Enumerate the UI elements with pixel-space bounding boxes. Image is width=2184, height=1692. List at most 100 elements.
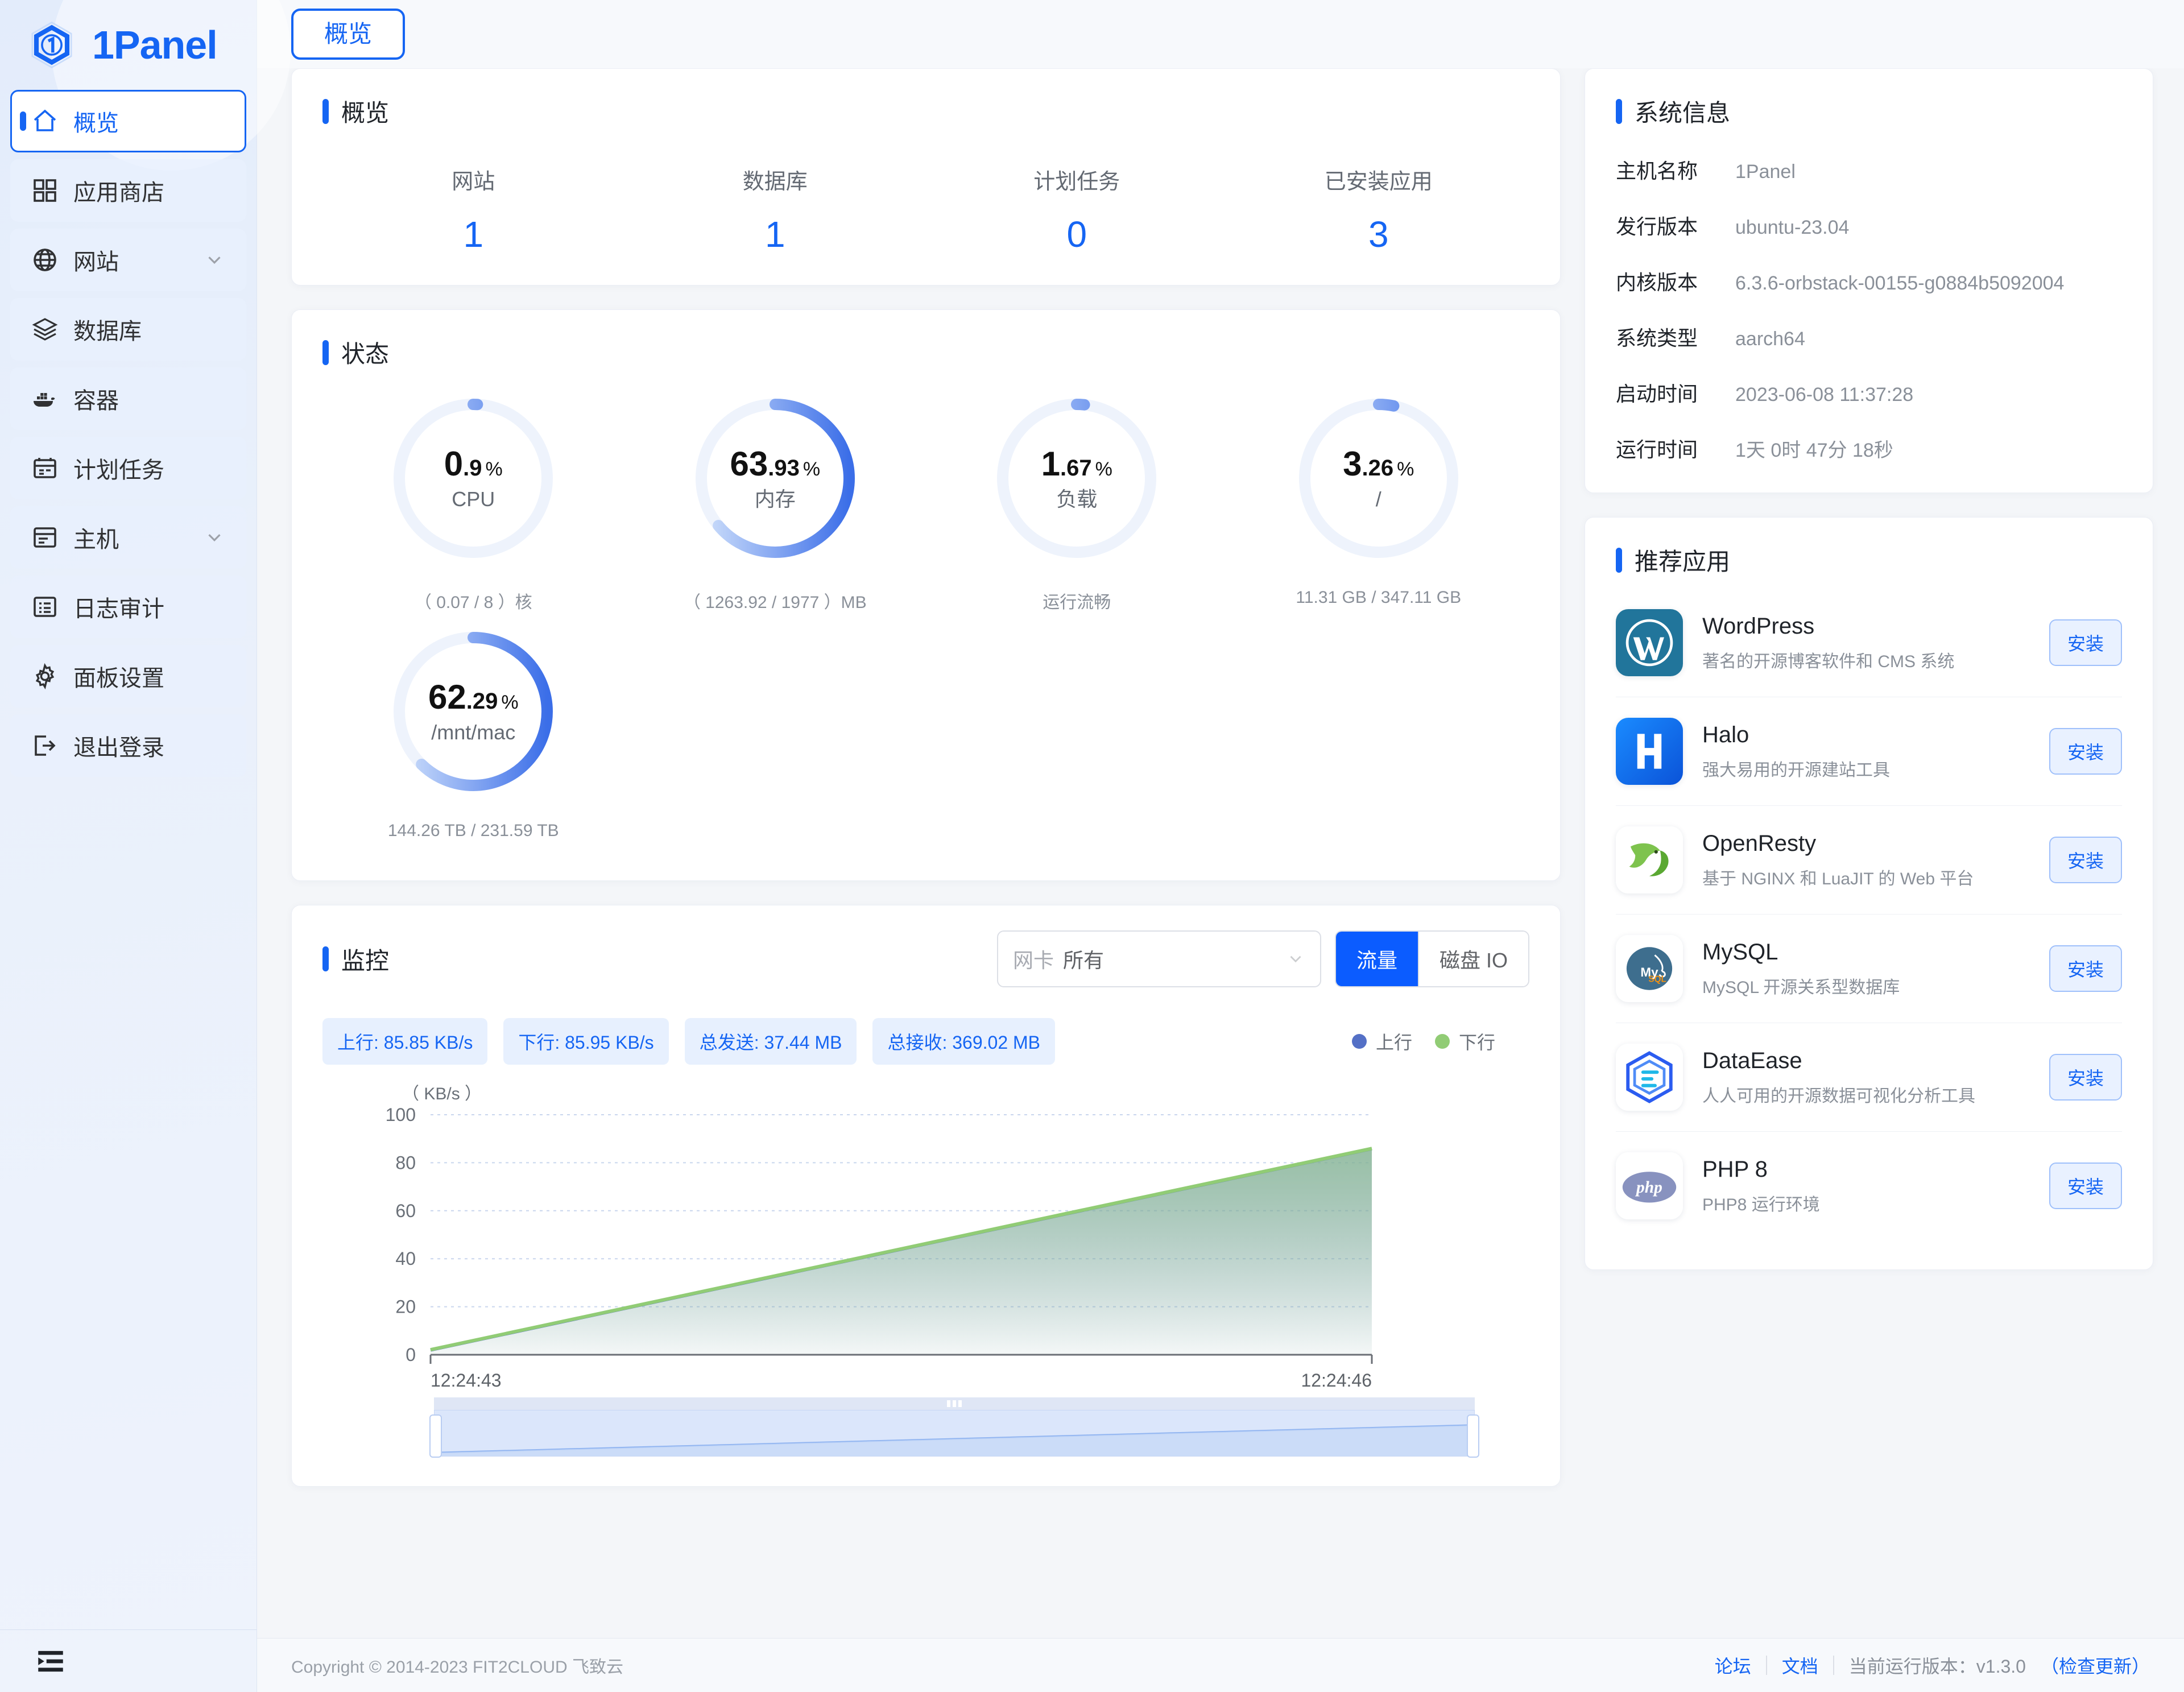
sidebar-item-app-store[interactable]: 应用商店	[10, 159, 246, 222]
hexagon-one-logo-icon	[26, 19, 77, 71]
logout-icon	[31, 732, 59, 759]
monitor-controls: 网卡 所有 流量 磁盘 IO	[996, 930, 1529, 987]
info-key: 主机名称	[1616, 159, 1698, 183]
chevron-down-icon[interactable]	[204, 527, 225, 548]
gauge-name: 负载	[1056, 487, 1098, 511]
gauge-mnt-mac: 62.29% /mnt/mac 144.26 TB / 231.59 TB	[322, 623, 624, 851]
sidebar-item-cron[interactable]: 计划任务	[10, 437, 246, 499]
system-info-row: 系统类型 aarch64	[1616, 322, 2122, 351]
info-value: 1Panel	[1735, 161, 1796, 183]
app-meta: Halo 强大易用的开源建站工具	[1702, 722, 2030, 781]
metric-value: 1	[764, 214, 785, 255]
gauge-subtext: 144.26 TB / 231.59 TB	[387, 821, 559, 840]
monitor-title: 监控	[341, 947, 390, 974]
traffic-chart[interactable]: （ KB/s ） 0 20 40 60 80 100 12:24:43 12:24:46	[322, 1079, 1529, 1458]
install-button[interactable]: 安装	[2049, 728, 2122, 775]
gauge-value: 63.93%	[730, 445, 821, 483]
overview-card-title: 概览	[322, 94, 1529, 129]
legend-item-download[interactable]: 下行	[1434, 1028, 1495, 1054]
app-item: Halo 强大易用的开源建站工具 安装	[1616, 697, 2122, 806]
info-value: ubuntu-23.04	[1735, 217, 1850, 238]
nic-select[interactable]: 网卡 所有	[996, 930, 1321, 987]
gauge-name: /	[1375, 487, 1381, 511]
sidebar-item-website[interactable]: 网站	[10, 229, 246, 291]
main-area: 概览 概览 网站 1 数据库 1 计划任务 0 已安装应用 3 状态 0.9 %…	[257, 0, 2184, 1692]
metric-label: 网站	[452, 170, 495, 194]
metric-websites[interactable]: 网站 1	[322, 164, 624, 255]
check-update-link[interactable]: （检查更新）	[2041, 1652, 2150, 1678]
recommend-title: 推荐应用	[1635, 548, 1731, 575]
app-item: php PHP 8 PHP8 运行环境 安装	[1616, 1132, 2122, 1240]
sidebar-item-settings[interactable]: 面板设置	[10, 645, 246, 708]
pill-total-sent: 总发送: 37.44 MB	[684, 1018, 857, 1065]
sidebar-item-database[interactable]: 数据库	[10, 298, 246, 361]
topbar: 概览	[257, 0, 2184, 68]
sidebar-item-logs[interactable]: 日志审计	[10, 576, 246, 638]
install-button[interactable]: 安装	[2049, 619, 2122, 666]
install-button[interactable]: 安装	[2049, 945, 2122, 992]
sidebar-item-label: 退出登录	[73, 735, 164, 760]
app-item: OpenResty 基于 NGINX 和 LuaJIT 的 Web 平台 安装	[1616, 806, 2122, 915]
forum-link[interactable]: 论坛	[1715, 1652, 1751, 1678]
app-meta: DataEase 人人可用的开源数据可视化分析工具	[1702, 1048, 2030, 1107]
tab-disk-io[interactable]: 磁盘 IO	[1418, 932, 1528, 986]
sidebar-item-overview[interactable]: 概览	[10, 90, 246, 152]
info-key: 发行版本	[1616, 215, 1698, 238]
legend-item-upload[interactable]: 上行	[1351, 1028, 1412, 1054]
footer: Copyright © 2014-2023 FIT2CLOUD 飞致云 论坛 文…	[257, 1638, 2184, 1692]
content-area: 概览 网站 1 数据库 1 计划任务 0 已安装应用 3 状态 0.9 % CP…	[257, 68, 2184, 1638]
status-title: 状态	[341, 341, 390, 367]
app-name: Halo	[1702, 722, 1749, 747]
recommend-apps-card: 推荐应用 WordPress 著名的开源博客软件和 CMS 系统 安装 Halo 强大易…	[1585, 517, 2153, 1270]
grid-apps-icon	[31, 177, 59, 204]
legend-label: 下行	[1458, 1032, 1495, 1053]
gauge-name: CPU	[452, 487, 495, 511]
tab-overview[interactable]: 概览	[291, 9, 406, 60]
home-icon	[31, 107, 59, 135]
install-button[interactable]: 安装	[2049, 1163, 2122, 1209]
app-meta: OpenResty 基于 NGINX 和 LuaJIT 的 Web 平台	[1702, 831, 2030, 890]
app-name: DataEase	[1702, 1048, 1802, 1073]
footer-links: 论坛 文档 当前运行版本：v1.3.0 （检查更新）	[1715, 1652, 2150, 1678]
pill-upload-speed: 上行: 85.85 KB/s	[322, 1018, 488, 1065]
sidebar-item-logout[interactable]: 退出登录	[10, 714, 246, 777]
metric-databases[interactable]: 数据库 1	[624, 164, 926, 255]
system-info-row: 启动时间 2023-06-08 11:37:28	[1616, 378, 2122, 407]
sidebar-item-label: 主机	[73, 527, 119, 552]
chart-legend: 上行 下行	[1351, 1028, 1529, 1054]
install-button[interactable]: 安装	[2049, 837, 2122, 883]
chevron-down-icon[interactable]	[204, 249, 225, 271]
datazoom-handle-left[interactable]	[429, 1414, 442, 1458]
globe-icon	[31, 246, 59, 274]
gauge-: 1.67% 负载 运行流畅	[926, 390, 1228, 623]
tab-traffic[interactable]: 流量	[1335, 932, 1419, 986]
database-layers-icon	[31, 316, 59, 343]
metric-value: 0	[1066, 214, 1087, 255]
title-accent-bar	[322, 946, 329, 971]
docs-link[interactable]: 文档	[1782, 1652, 1818, 1678]
chart-datazoom-slider[interactable]	[429, 1397, 1479, 1458]
sidebar-item-label: 网站	[73, 250, 119, 275]
gauge-grid: 0.9% CPU （ 0.07 / 8 ）核 63.93% 内存 （ 1263.92 / …	[322, 390, 1529, 851]
sidebar-item-host[interactable]: 主机	[10, 506, 246, 569]
datazoom-drag-bar[interactable]	[434, 1397, 1475, 1410]
metric-cron-jobs[interactable]: 计划任务 0	[926, 164, 1228, 255]
monitor-card-title: 监控	[322, 942, 389, 977]
list-log-icon	[31, 593, 59, 620]
app-description: 基于 NGINX 和 LuaJIT 的 Web 平台	[1702, 869, 1974, 888]
overview-card: 概览 网站 1 数据库 1 计划任务 0 已安装应用 3	[291, 68, 1561, 286]
brand-logo[interactable]: 1Panel	[0, 0, 257, 90]
info-key: 系统类型	[1616, 326, 1698, 350]
metric-installed-apps[interactable]: 已安装应用 3	[1228, 164, 1530, 255]
app-root: 1Panel 概览 应用商店 网站 数据库 容器 计划任务 主机 日志审计 面板…	[0, 0, 2184, 1692]
traffic-stats-row: 上行: 85.85 KB/s 下行: 85.95 KB/s 总发送: 37.44…	[322, 1018, 1529, 1065]
sidebar-item-container[interactable]: 容器	[10, 367, 246, 430]
install-button[interactable]: 安装	[2049, 1054, 2122, 1101]
sidebar-collapse-icon[interactable]	[34, 1645, 67, 1678]
svg-text:12:24:43: 12:24:43	[431, 1370, 502, 1389]
info-key: 运行时间	[1616, 438, 1698, 461]
gauge-ring: 63.93% 内存	[687, 390, 863, 566]
metric-value: 3	[1368, 214, 1389, 255]
datazoom-handle-right[interactable]	[1467, 1414, 1479, 1458]
sidebar-nav: 概览 应用商店 网站 数据库 容器 计划任务 主机 日志审计 面板设置 退出登录	[0, 90, 257, 777]
